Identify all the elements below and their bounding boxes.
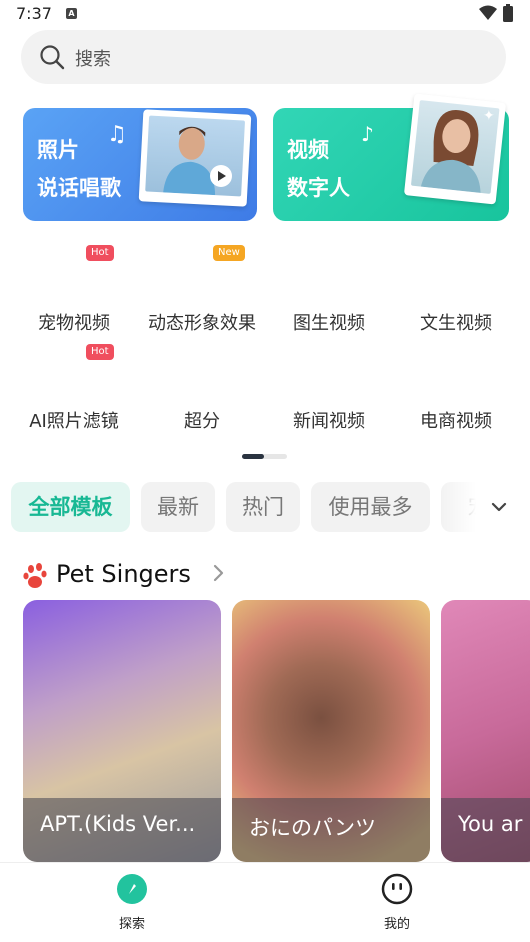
promo-digital-human[interactable]: 视频 数字人 ♪ ✦: [273, 93, 509, 221]
template-title: おにのパンツ: [249, 816, 377, 840]
chip-newest[interactable]: 最新: [141, 482, 215, 532]
hot-badge: Hot: [86, 344, 114, 360]
template-caption: You ar: [441, 798, 530, 862]
chip-all-templates[interactable]: 全部模板: [11, 482, 130, 532]
bottom-navigation: 探索 我的: [0, 862, 530, 942]
promo-title-line1: 视频: [287, 138, 329, 162]
nav-explore-label: 探索: [118, 917, 145, 932]
chip-most-used[interactable]: 使用最多: [311, 482, 430, 532]
status-time: 7:37: [16, 4, 52, 23]
search-bar[interactable]: 搜索: [21, 30, 506, 84]
tool-image-to-video[interactable]: 图生视频: [264, 309, 394, 335]
a-icon: A: [66, 8, 77, 19]
chevron-down-icon[interactable]: [490, 498, 508, 516]
paw-print-icon: [23, 563, 47, 588]
tool-ai-photo-filter[interactable]: AI照片滤镜: [9, 407, 139, 433]
music-note-icon: ♫: [107, 122, 127, 147]
promo-photo-sing[interactable]: 照片 说话唱歌 ♫: [23, 108, 257, 221]
template-card[interactable]: おにのパンツ: [232, 600, 430, 862]
nav-explore[interactable]: 探索: [92, 873, 172, 932]
chip-fade-overlay: [440, 482, 530, 534]
chevron-right-icon[interactable]: [212, 563, 226, 583]
tool-ecommerce-video[interactable]: 电商视频: [391, 407, 521, 433]
battery-icon: [503, 4, 513, 22]
new-badge: New: [213, 245, 245, 261]
page-indicator: [242, 454, 287, 459]
tool-news-video[interactable]: 新闻视频: [264, 407, 394, 433]
status-bar: 7:37 A: [0, 0, 530, 28]
promo-photo-frame: [138, 109, 252, 207]
chip-hot[interactable]: 热门: [226, 482, 300, 532]
template-caption: おにのパンツ: [232, 798, 430, 862]
promo-title-line1: 照片: [37, 138, 79, 162]
template-caption: APT.(Kids Ver...: [23, 798, 221, 862]
template-card[interactable]: You ar: [441, 600, 530, 862]
sparkle-icon: ✦: [483, 108, 495, 124]
promo-title-line2: 说话唱歌: [37, 176, 121, 200]
nav-profile[interactable]: 我的: [357, 873, 437, 932]
play-button-icon[interactable]: [209, 164, 233, 188]
nav-profile-label: 我的: [383, 917, 410, 932]
section-title[interactable]: Pet Singers: [56, 560, 191, 588]
music-note-icon: ♪: [361, 122, 374, 146]
search-icon: [40, 45, 65, 70]
tool-pet-video[interactable]: 宠物视频: [9, 309, 139, 335]
tool-text-to-video[interactable]: 文生视频: [391, 309, 521, 335]
page-indicator-active: [242, 454, 264, 459]
profile-face-icon: [381, 873, 413, 905]
tool-super-resolution[interactable]: 超分: [137, 407, 267, 433]
search-placeholder: 搜索: [75, 49, 111, 70]
promo-title-line2: 数字人: [287, 176, 350, 200]
wifi-icon: [479, 5, 497, 20]
hot-badge: Hot: [86, 245, 114, 261]
tool-animated-avatar[interactable]: 动态形象效果: [137, 309, 267, 335]
template-card[interactable]: APT.(Kids Ver...: [23, 600, 221, 862]
filter-chip-bar: 全部模板 最新 热门 使用最多 宠: [0, 482, 530, 534]
template-title: You ar: [458, 812, 523, 836]
explore-icon: [117, 874, 147, 904]
template-title: APT.(Kids Ver...: [40, 812, 196, 836]
